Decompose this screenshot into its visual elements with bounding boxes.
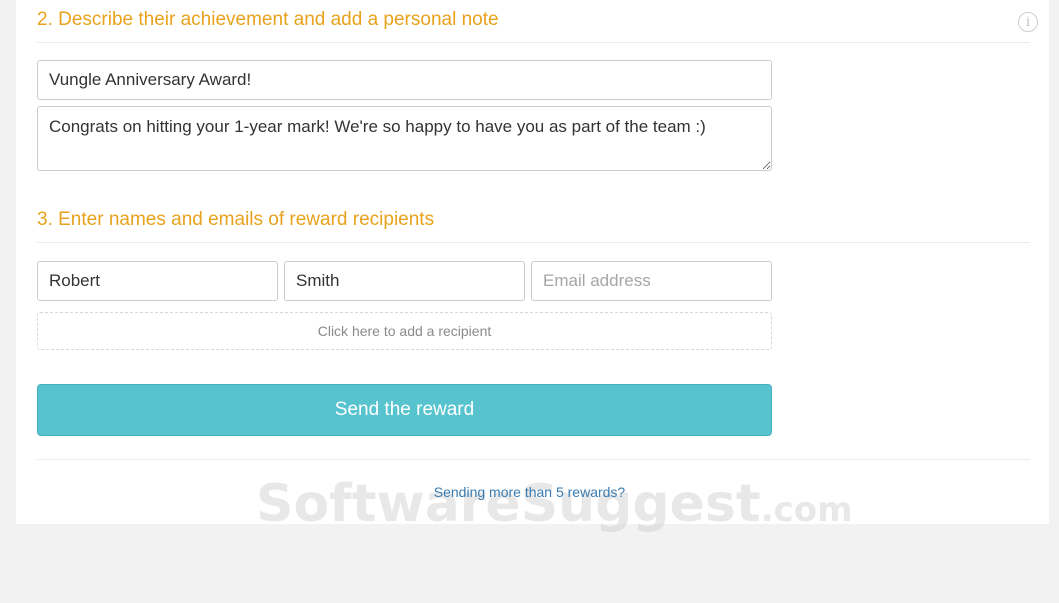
first-name-input[interactable] (37, 261, 278, 301)
last-name-input[interactable] (284, 261, 525, 301)
section-2-divider (37, 42, 1030, 43)
personal-note-textarea[interactable]: Congrats on hitting your 1-year mark! We… (37, 106, 772, 171)
award-title-input[interactable] (37, 60, 772, 100)
add-recipient-button[interactable]: Click here to add a recipient (37, 312, 772, 350)
section-3-divider (37, 242, 1030, 243)
more-rewards-link[interactable]: Sending more than 5 rewards? (0, 484, 1059, 500)
section-3-title: 3. Enter names and emails of reward reci… (37, 209, 435, 230)
section-2-title: 2. Describe their achievement and add a … (37, 9, 499, 30)
footer-divider (37, 459, 1030, 460)
send-reward-button[interactable]: Send the reward (37, 384, 772, 436)
info-icon[interactable]: i (1018, 12, 1038, 32)
email-input[interactable] (531, 261, 772, 301)
